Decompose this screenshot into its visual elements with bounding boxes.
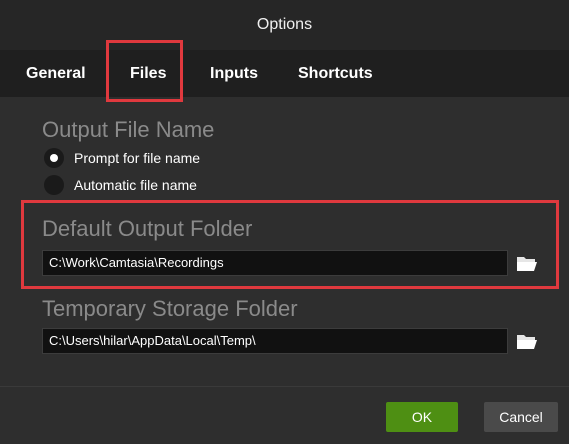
prompt-for-file-name-radio[interactable]: Prompt for file name [44,148,200,168]
prompt-for-file-name-label: Prompt for file name [74,150,201,166]
temporary-storage-folder-heading: Temporary Storage Folder [42,296,298,321]
folder-icon [517,335,537,349]
dialog-titlebar: Options [0,0,569,50]
folder-icon [517,257,537,271]
cancel-button[interactable]: Cancel [484,402,558,432]
ok-button[interactable]: OK [386,402,458,432]
automatic-file-name-radio[interactable]: Automatic file name [44,175,197,195]
temporary-storage-folder-browse-button[interactable] [513,327,541,355]
temporary-storage-folder-input[interactable]: C:\Users\hilar\AppData\Local\Temp\ [42,328,508,354]
tab-bar: General Files Inputs Shortcuts [0,50,569,97]
radio-unchecked-icon[interactable] [44,175,64,195]
automatic-file-name-label: Automatic file name [74,177,197,193]
tab-inputs[interactable]: Inputs [210,50,258,97]
radio-checked-icon[interactable] [44,148,64,168]
default-output-folder-browse-button[interactable] [513,249,541,277]
tab-general[interactable]: General [26,50,86,97]
default-output-folder-heading: Default Output Folder [42,216,253,241]
tab-files[interactable]: Files [130,50,166,97]
dialog-title: Options [256,16,313,33]
output-file-name-heading: Output File Name [42,117,215,142]
tab-shortcuts[interactable]: Shortcuts [298,50,373,97]
footer-divider [0,386,569,387]
default-output-folder-input[interactable]: C:\Work\Camtasia\Recordings [42,250,508,276]
